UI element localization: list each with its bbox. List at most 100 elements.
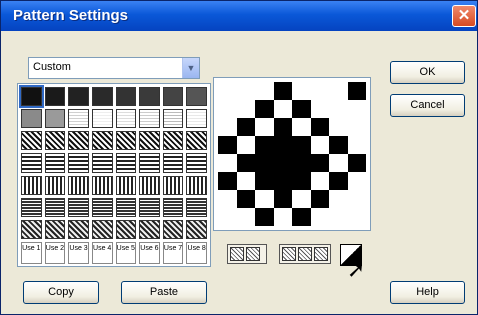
pattern-pixel[interactable]	[273, 154, 292, 172]
pattern-pixel[interactable]	[310, 190, 329, 208]
pattern-pixel[interactable]	[236, 154, 255, 172]
pattern-pixel[interactable]	[292, 154, 311, 172]
pattern-pixel[interactable]	[347, 208, 366, 226]
pattern-swatch[interactable]	[91, 153, 113, 173]
pattern-pixel[interactable]	[218, 190, 237, 208]
pattern-swatch[interactable]	[21, 131, 42, 151]
pattern-editor-grid[interactable]	[218, 82, 366, 226]
pattern-swatch[interactable]	[162, 131, 184, 151]
user-pattern-slot[interactable]: Use 6	[139, 242, 160, 264]
pattern-pixel[interactable]	[347, 118, 366, 136]
pattern-swatch[interactable]	[186, 109, 207, 129]
pattern-pixel[interactable]	[255, 208, 274, 226]
flip-horizontal-tool[interactable]	[227, 244, 267, 264]
pattern-swatch[interactable]	[68, 131, 89, 151]
pattern-swatch[interactable]	[186, 219, 207, 239]
pattern-swatch[interactable]	[162, 87, 184, 107]
user-pattern-slot[interactable]: Use 5	[115, 242, 137, 264]
pattern-swatch[interactable]	[115, 175, 137, 195]
pattern-swatch[interactable]	[68, 219, 89, 239]
pattern-pixel[interactable]	[273, 100, 292, 118]
pattern-swatch[interactable]	[21, 219, 42, 239]
pattern-swatch[interactable]	[139, 197, 160, 217]
pattern-pixel[interactable]	[218, 154, 237, 172]
pattern-pixel[interactable]	[236, 82, 255, 100]
pattern-dropdown[interactable]: Custom ▼	[28, 57, 200, 79]
pattern-pixel[interactable]	[329, 172, 348, 190]
pattern-swatch[interactable]	[91, 219, 113, 239]
pattern-pixel[interactable]	[329, 136, 348, 154]
pattern-swatch[interactable]	[139, 131, 160, 151]
pattern-swatch[interactable]	[44, 219, 66, 239]
pattern-swatch[interactable]	[139, 219, 160, 239]
pattern-swatch[interactable]	[44, 197, 66, 217]
pattern-swatch[interactable]	[162, 197, 184, 217]
pattern-pixel[interactable]	[310, 118, 329, 136]
pattern-pixel[interactable]	[310, 100, 329, 118]
pattern-pixel[interactable]	[347, 172, 366, 190]
pattern-pixel[interactable]	[292, 172, 311, 190]
user-pattern-slot[interactable]: Use 2	[44, 242, 66, 264]
pattern-pixel[interactable]	[310, 208, 329, 226]
close-button[interactable]: ✕	[452, 5, 476, 27]
pattern-swatch[interactable]	[139, 109, 160, 129]
pattern-swatch[interactable]	[91, 175, 113, 195]
pattern-swatch[interactable]	[186, 197, 207, 217]
pattern-pixel[interactable]	[255, 82, 274, 100]
pattern-pixel[interactable]	[218, 82, 237, 100]
pattern-swatch[interactable]	[21, 197, 42, 217]
pattern-pixel[interactable]	[236, 208, 255, 226]
title-bar[interactable]: Pattern Settings ✕	[1, 1, 477, 31]
pattern-pixel[interactable]	[273, 118, 292, 136]
pattern-swatch[interactable]	[91, 197, 113, 217]
pattern-pixel[interactable]	[310, 172, 329, 190]
pattern-swatch[interactable]	[91, 109, 113, 129]
pattern-pixel[interactable]	[292, 82, 311, 100]
pattern-swatch[interactable]	[139, 153, 160, 173]
pattern-swatch[interactable]	[68, 175, 89, 195]
pattern-swatch[interactable]	[91, 87, 113, 107]
pattern-pixel[interactable]	[236, 190, 255, 208]
pattern-pixel[interactable]	[255, 154, 274, 172]
pattern-pixel[interactable]	[273, 172, 292, 190]
pattern-editor[interactable]	[213, 77, 371, 231]
paste-button[interactable]: Paste	[121, 281, 207, 304]
pattern-pixel[interactable]	[347, 100, 366, 118]
pattern-pixel[interactable]	[292, 100, 311, 118]
pattern-pixel[interactable]	[347, 136, 366, 154]
pattern-pixel[interactable]	[329, 154, 348, 172]
pattern-swatch[interactable]	[115, 87, 137, 107]
pattern-swatch[interactable]	[186, 131, 207, 151]
pattern-pixel[interactable]	[273, 190, 292, 208]
pattern-pixel[interactable]	[255, 172, 274, 190]
copy-button[interactable]: Copy	[23, 281, 99, 304]
pattern-pixel[interactable]	[347, 190, 366, 208]
pattern-swatch[interactable]	[68, 109, 89, 129]
pattern-swatch[interactable]	[21, 175, 42, 195]
pattern-swatch[interactable]	[44, 175, 66, 195]
pattern-swatch[interactable]	[162, 109, 184, 129]
ok-button[interactable]: OK	[390, 61, 465, 84]
pattern-pixel[interactable]	[255, 190, 274, 208]
pattern-swatch[interactable]	[139, 175, 160, 195]
chevron-down-icon[interactable]: ▼	[182, 58, 199, 78]
pattern-pixel[interactable]	[218, 208, 237, 226]
pattern-swatch[interactable]	[44, 153, 66, 173]
pattern-pixel[interactable]	[236, 100, 255, 118]
pattern-swatch[interactable]	[115, 197, 137, 217]
pattern-swatch[interactable]	[68, 87, 89, 107]
pattern-swatch[interactable]	[21, 109, 42, 129]
pattern-pixel[interactable]	[329, 100, 348, 118]
rotate-tool[interactable]	[279, 244, 331, 264]
pattern-pixel[interactable]	[292, 136, 311, 154]
pattern-pixel[interactable]	[255, 118, 274, 136]
help-button[interactable]: Help	[390, 281, 465, 304]
pattern-pixel[interactable]	[329, 190, 348, 208]
user-pattern-slot[interactable]: Use 1	[21, 242, 42, 264]
pattern-pixel[interactable]	[292, 208, 311, 226]
pattern-swatch[interactable]	[68, 197, 89, 217]
pattern-pixel[interactable]	[329, 208, 348, 226]
pattern-swatch[interactable]	[44, 109, 66, 129]
pattern-swatch[interactable]	[44, 131, 66, 151]
pattern-pixel[interactable]	[255, 136, 274, 154]
